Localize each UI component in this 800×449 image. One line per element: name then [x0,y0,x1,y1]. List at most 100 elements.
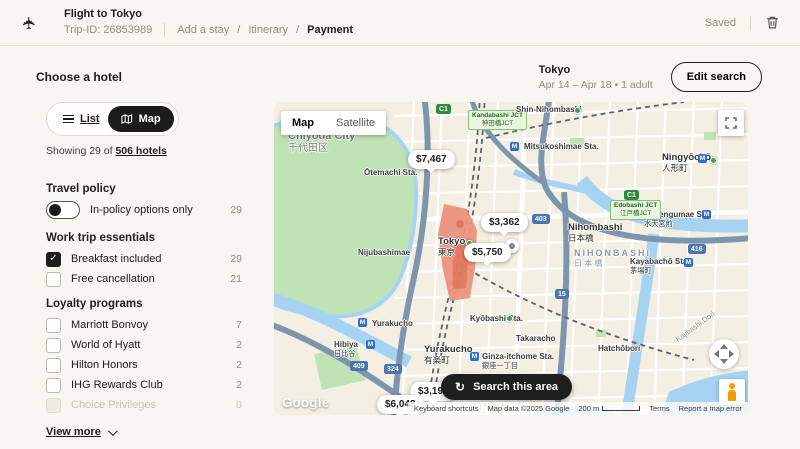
scale-label: 200 m [578,404,599,413]
breadcrumb-payment[interactable]: Payment [307,24,353,36]
filters-sidebar: List Map Showing 29 of 506 hotels Travel… [36,102,242,438]
jr-station-icon [574,107,581,114]
map-type-satellite-button[interactable]: Satellite [325,111,386,135]
filter-row-breakfast: ✓ Breakfast included 29 [46,250,242,268]
filter-label: IHG Rewards Club [71,379,163,391]
label-sub: 水天宮前 [644,220,711,229]
filter-label: Hilton Honors [71,359,138,371]
jr-station-icon [710,157,717,164]
map-label-hibiya: Hibiya日比谷 [334,340,358,358]
pan-right-icon [729,350,734,358]
list-view-button[interactable]: List [55,108,108,131]
map-label-shin-nihombashi: Shin-Nihombashi [516,105,582,115]
refresh-icon: ↻ [455,381,465,393]
filter-count: 29 [230,253,242,265]
metro-station-icon: M [684,258,693,267]
filter-count: 29 [230,204,242,216]
scale-bar [602,406,640,411]
fullscreen-button[interactable] [718,110,744,136]
map-view-button[interactable]: Map [108,106,174,132]
pegman-icon [727,383,737,401]
breadcrumb-itinerary[interactable]: Itinerary [248,24,288,36]
delete-trip-button[interactable] [765,15,780,30]
ihg-checkbox[interactable] [46,378,61,393]
trip-info: Flight to Tokyo Trip-ID: 26853989 Add a … [64,8,353,37]
search-area-label: Search this area [473,381,558,393]
map-label-otemachi: Ōtemachi Sta. [364,168,417,178]
filter-row-hyatt: World of Hyatt 2 [46,336,242,354]
filter-row-choice: Choice Privileges 0 [46,396,242,414]
filter-row-ihg: IHG Rewards Club 2 [46,376,242,394]
map-label-nihombashi: Nihombashi日本橋 [568,222,622,244]
label-sub: 銀座一丁目 [482,362,554,371]
label-text: Shin-Nihombashi [516,105,582,114]
filter-count: 2 [236,379,242,391]
trip-title: Flight to Tokyo [64,8,353,20]
map-type-control: Map Satellite [281,111,386,135]
check-icon: ✓ [49,254,57,264]
map-label-yurakucho-2: Yurakucho有楽町 [424,344,473,366]
label-text: Hibiya [334,340,358,349]
google-logo: Google [282,395,330,410]
results-count-link[interactable]: 506 hotels [115,145,166,157]
route-shield: 15 [555,289,569,299]
hotel-price-marker[interactable]: $3,362 [481,213,528,232]
hotel-map[interactable]: Chiyoda City千代田区 Ōtemachi Sta. Kandabash… [274,102,748,415]
pan-up-icon [720,344,728,349]
map-label-yurakucho-1: Yurakucho [372,319,413,329]
filter-label: World of Hyatt [71,339,141,351]
map-label-edobashi-jct: Edobashi JCT江戸橋JCT [610,200,661,220]
hotel-price-marker[interactable]: $5,750 [464,243,511,262]
filter-count: 2 [236,359,242,371]
hotel-price-marker[interactable]: $7,467 [408,150,455,169]
top-header: ✈ Flight to Tokyo Trip-ID: 26853989 Add … [0,0,800,46]
filter-row-marriott: Marriott Bonvoy 7 [46,316,242,334]
map-label-tokyo-station: Tokyo東京 [438,236,465,258]
label-text: Edobashi JCT [614,202,657,209]
terms-link[interactable]: Terms [649,404,669,413]
label-text: Kayabachō Sta. [630,257,690,266]
map-label-takaracho: Takaracho [516,334,555,344]
report-map-error-link[interactable]: Report a map error [679,404,742,413]
filter-label: Breakfast included [71,253,162,265]
label-text: Kyōbashi Sta. [470,314,523,323]
filter-row-in-policy: In-policy options only 29 [46,201,242,219]
label-sub: 日比谷 [334,350,358,359]
divider [750,16,751,30]
view-more-link[interactable]: View more [46,426,242,438]
dates-guests: Apr 14 – Apr 18 • 1 adult [539,79,653,91]
breadcrumb: Add a stay / Itinerary / Payment [177,24,353,36]
metro-station-icon: M [358,318,367,327]
route-shield: 409 [350,361,368,371]
breadcrumb-add-a-stay[interactable]: Add a stay [177,24,229,36]
breakfast-checkbox[interactable]: ✓ [46,252,61,267]
metro-station-icon: M [698,154,707,163]
map-label-kayabacho: Kayabachō Sta.茅場町 [630,257,690,275]
in-policy-toggle[interactable] [46,201,80,219]
search-this-area-button[interactable]: ↻ Search this area [441,374,572,400]
free-cancellation-checkbox[interactable] [46,272,61,287]
marriott-checkbox[interactable] [46,318,61,333]
filter-label: Marriott Bonvoy [71,319,148,331]
list-label: List [80,113,100,125]
filter-row-free-cancellation: Free cancellation 21 [46,270,242,288]
edit-search-button[interactable]: Edit search [671,62,762,92]
pan-down-icon [720,359,728,364]
section-title-travel-policy: Travel policy [46,183,242,195]
page-title: Choose a hotel [36,70,122,84]
label-sub: 茅場町 [630,267,690,276]
filter-row-hilton: Hilton Honors 2 [46,356,242,374]
keyboard-shortcuts-link[interactable]: Keyboard shortcuts [414,404,479,413]
route-shield: 403 [532,214,550,224]
map-type-map-button[interactable]: Map [281,111,325,135]
hilton-checkbox[interactable] [46,358,61,373]
hyatt-checkbox[interactable] [46,338,61,353]
section-title-loyalty: Loyalty programs [46,298,242,310]
subheader: Choose a hotel Tokyo Apr 14 – Apr 18 • 1… [0,46,800,98]
results-summary: Showing 29 of 506 hotels [46,145,242,157]
view-more-label: View more [46,426,101,438]
pan-control[interactable] [709,339,739,369]
label-sub: 江戸橋JCT [614,210,657,218]
map-attribution: Keyboard shortcuts Map data ©2025 Google… [408,402,748,415]
label-text: Hatchōbori [598,344,640,353]
